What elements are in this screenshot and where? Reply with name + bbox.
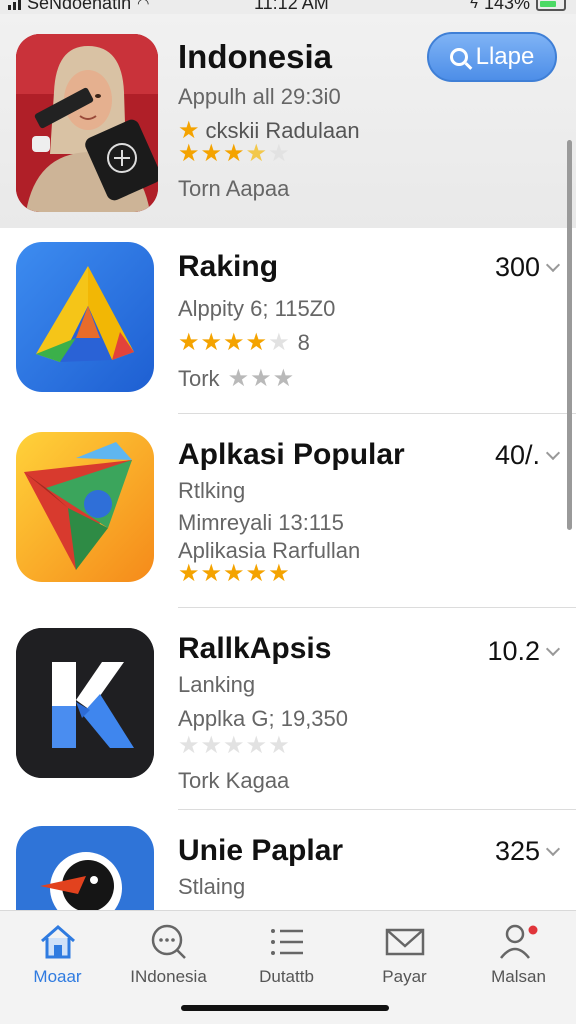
mail-icon <box>347 921 462 963</box>
featured-banner[interactable]: Indonesia Appulh all 29:3i0 ★ ckskii Rad… <box>0 14 576 228</box>
app-subtitle: Rtlking <box>178 478 246 503</box>
chevron-down-icon <box>545 841 561 856</box>
wifi-icon: ◠ <box>137 0 150 11</box>
tab-mail[interactable]: Payar <box>347 921 462 987</box>
chat-search-icon <box>111 921 226 963</box>
rating-row: ★ ★ ★ ★ ★ 8 <box>178 330 310 356</box>
rating-stars: ★ ★ ★ ★ ★ <box>178 732 290 759</box>
app-value[interactable]: 300 <box>494 252 561 283</box>
blue-k-letter-icon[interactable] <box>16 628 154 778</box>
search-button[interactable]: Llape <box>427 32 557 82</box>
app-footer: Tork ★ ★ ★ <box>178 366 294 392</box>
home-indicator[interactable] <box>181 1005 389 1011</box>
person-holding-device-icon[interactable] <box>16 34 158 212</box>
tab-profile[interactable]: Malsan <box>461 921 576 987</box>
rating-stars: ★ ★ ★ ★ ★ <box>178 560 290 587</box>
yellow-a-triangle-icon[interactable] <box>16 242 154 392</box>
tab-label: Payar <box>382 967 427 986</box>
status-time: 11:12 AM <box>254 0 329 13</box>
app-value-text: 325 <box>494 836 540 866</box>
app-value[interactable]: 325 <box>494 836 561 867</box>
list-item[interactable]: Raking Alppity 6; 115Z0 ★ ★ ★ ★ ★ 8 Tork ★ ★ ★… <box>0 228 576 414</box>
featured-subtitle: Appulh all 29:3i0 <box>178 84 341 109</box>
status-left: SeNdoenatin ◠ <box>8 0 149 14</box>
signal-icon <box>8 0 21 10</box>
tab-label: Malsan <box>491 967 546 986</box>
rating-row: ★ ★ ★ ★ ★ <box>178 734 290 758</box>
home-icon <box>0 921 115 963</box>
app-footer-text: Tork <box>178 366 220 391</box>
tab-list[interactable]: Dutattb <box>229 921 344 987</box>
search-icon <box>449 48 468 66</box>
search-button-label: Llape <box>475 43 535 70</box>
app-subtitle: Lanking <box>178 672 256 697</box>
status-right: ϟ 143% <box>470 0 566 14</box>
tab-indonesia[interactable]: INdonesia <box>111 921 226 987</box>
app-title: Aplkasi Popular <box>178 438 405 471</box>
tab-label: Dutattb <box>259 967 314 986</box>
app-value[interactable]: 40/. <box>494 440 561 471</box>
app-value[interactable]: 10.2 <box>487 636 561 667</box>
list-icon <box>229 921 344 963</box>
chevron-down-icon <box>545 445 561 460</box>
app-detail: Applka G; 19,350 <box>178 706 349 731</box>
scrollbar[interactable] <box>567 140 572 530</box>
app-subtitle: Alppity 6; 115Z0 <box>178 296 336 321</box>
list-item[interactable]: Unie Paplar Stlaing 325 <box>0 810 576 910</box>
rating-count: 8 <box>297 330 310 355</box>
app-footer-text: Tork Kagaa <box>178 768 290 793</box>
chevron-down-icon <box>545 257 561 272</box>
app-value-text: 10.2 <box>487 636 540 666</box>
colorful-folded-shape-icon[interactable] <box>16 432 154 582</box>
list-item[interactable]: Aplkasi Popular Rtlking Mimreyali 13:115… <box>0 414 576 608</box>
battery-percent: 143% <box>483 0 530 13</box>
featured-rating-stars: ★ ★ ★ ★ ★ <box>178 140 290 167</box>
rating-row: ★ ★ ★ ★ ★ <box>178 562 290 586</box>
rating-stars: ★ ★ ★ ★ ★ <box>178 329 290 356</box>
person-icon <box>461 921 576 963</box>
featured-footer: Torn Aapaa <box>178 176 290 201</box>
app-title: Raking <box>178 250 279 283</box>
charging-icon: ϟ <box>470 0 478 12</box>
status-bar: SeNdoenatin ◠ 11:12 AM ϟ 143% <box>0 0 576 14</box>
bird-logo-icon[interactable] <box>16 826 154 910</box>
app-title: Unie Paplar <box>178 834 344 867</box>
app-value-text: 300 <box>494 252 540 282</box>
app-detail: Mimreyali 13:115 <box>178 510 344 535</box>
tab-home[interactable]: Moaar <box>0 921 115 987</box>
app-title: RallkApsis <box>178 632 332 665</box>
tab-label: Moaar <box>33 967 82 986</box>
chevron-down-icon <box>545 641 561 656</box>
carrier-label: SeNdoenatin <box>27 0 132 13</box>
list-item[interactable]: RallkApsis Lanking Applka G; 19,350 ★ ★ ★ ★… <box>0 608 576 810</box>
app-subtitle: Stlaing <box>178 874 246 899</box>
featured-title: Indonesia <box>178 38 333 75</box>
footer-stars: ★ ★ ★ <box>227 365 295 392</box>
battery-icon <box>536 0 566 11</box>
app-value-text: 40/. <box>494 440 540 470</box>
tab-label: INdonesia <box>130 967 207 986</box>
